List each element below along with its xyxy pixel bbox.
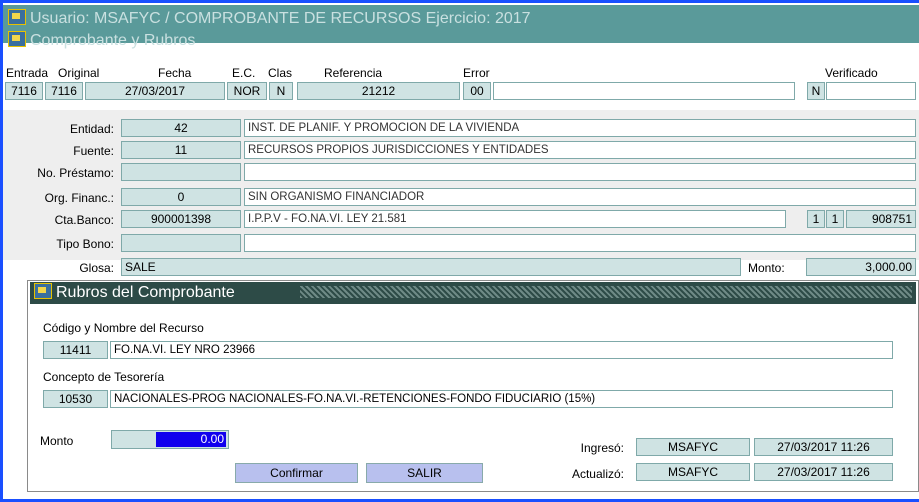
fuente-name-field[interactable]: RECURSOS PROPIOS JURISDICCIONES Y ENTIDA… [244,141,916,159]
confirmar-button[interactable]: Confirmar [235,463,358,483]
orgfin-code-field[interactable]: 0 [121,188,241,206]
concepto-label: Concepto de Tesorería [43,370,165,384]
rubros-title: Rubros del Comprobante [56,284,235,301]
label-verificado: Verificado [825,66,878,80]
monto-label: Monto: [748,261,785,275]
ingreso-label: Ingresó: [580,441,624,455]
ctabanco-extra2-field[interactable]: 1 [826,210,844,228]
recurso-label: Código y Nombre del Recurso [43,321,204,335]
tipobono-name-field[interactable] [244,234,916,252]
label-error: Error [463,66,490,80]
label-referencia: Referencia [324,66,383,80]
orgfin-name-field[interactable]: SIN ORGANISMO FINANCIADOR [244,188,916,206]
monto-field[interactable]: 3,000.00 [806,258,916,276]
concepto-name-field[interactable]: NACIONALES-PROG NACIONALES-FO.NA.VI.-RET… [110,390,893,408]
label-entrada: Entrada [6,66,49,80]
entrada-field[interactable]: 7116 [5,82,43,100]
verificado-text-field[interactable] [826,82,916,100]
concepto-code-field[interactable]: 10530 [43,390,108,408]
ingreso-user-field[interactable]: MSAFYC [636,438,750,456]
ctabanco-extra3-field[interactable]: 908751 [846,210,916,228]
rubros-title-bar: Rubros del Comprobante [30,282,916,304]
rubro-monto-label: Monto [40,434,74,448]
fecha-field[interactable]: 27/03/2017 [85,82,225,100]
ingreso-date-field[interactable]: 27/03/2017 11:26 [754,438,893,456]
ec-field[interactable]: NOR [227,82,267,100]
tipobono-code-field[interactable] [121,234,241,252]
label-original: Original [58,66,100,80]
entidad-code-field[interactable]: 42 [121,119,241,137]
clas-field[interactable]: N [269,82,293,100]
glosa-field[interactable]: SALE [121,258,741,276]
referencia-field[interactable]: 21212 [297,82,460,100]
section-title: Comprobante y Rubros [8,31,408,51]
app-icon [34,283,52,299]
entidad-label: Entidad: [69,122,114,136]
ctabanco-code-field[interactable]: 900001398 [121,210,241,228]
rubro-monto-value: 0.00 [156,432,226,447]
actualizo-date-field[interactable]: 27/03/2017 11:26 [754,463,893,481]
label-ec: E.C. [232,66,256,80]
actualizo-label: Actualizó: [571,467,624,481]
original-field[interactable]: 7116 [45,82,83,100]
ctabanco-extra1-field[interactable]: 1 [807,210,825,228]
recurso-name-field[interactable]: FO.NA.VI. LEY NRO 23966 [110,341,893,359]
label-fecha: Fecha [158,66,192,80]
error-code-field[interactable]: 00 [463,82,491,100]
fuente-code-field[interactable]: 11 [121,141,241,159]
window-title: Usuario: MSAFYC / COMPROBANTE DE RECURSO… [8,9,708,29]
rubro-monto-field[interactable]: 0.00 [111,430,229,449]
verificado-flag-field[interactable]: N [807,82,825,100]
recurso-code-field[interactable]: 11411 [43,341,108,359]
prestamo-label: No. Préstamo: [37,166,114,180]
rubros-panel [27,280,919,492]
tipobono-label: Tipo Bono: [56,237,114,251]
prestamo-name-field[interactable] [244,163,916,181]
ctabanco-label: Cta.Banco: [54,213,114,227]
error-text-field[interactable] [493,82,795,100]
entidad-name-field[interactable]: INST. DE PLANIF. Y PROMOCION DE LA VIVIE… [244,119,916,137]
orgfin-label: Org. Financ.: [44,191,114,205]
ctabanco-name-field[interactable]: I.P.P.V - FO.NA.VI. LEY 21.581 [244,210,786,228]
title-hatch-decoration [300,286,912,298]
label-clas: Clas [268,66,293,80]
fuente-label: Fuente: [73,144,114,158]
prestamo-code-field[interactable] [121,163,241,181]
salir-button[interactable]: SALIR [366,463,483,483]
app-icon [8,31,26,47]
app-icon [8,9,26,25]
actualizo-user-field[interactable]: MSAFYC [636,463,750,481]
glosa-label: Glosa: [79,261,114,275]
